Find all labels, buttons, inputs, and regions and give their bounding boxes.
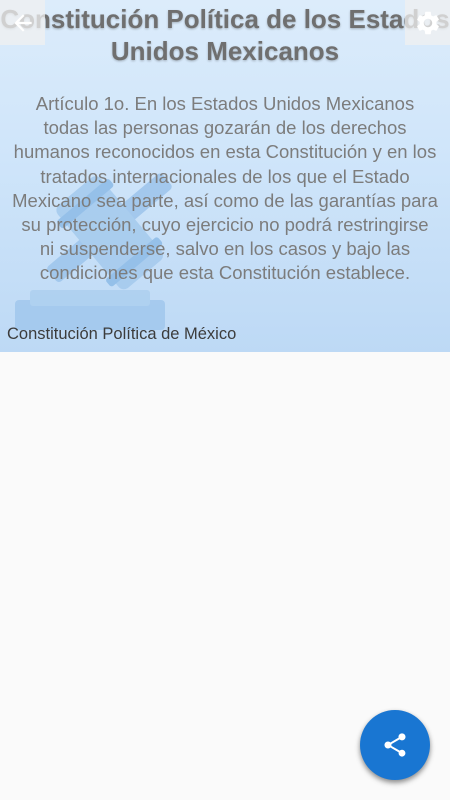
header-banner: Constitución Política de los Estados Uni…: [0, 0, 450, 352]
page-title: Constitución Política de los Estados Uni…: [0, 4, 450, 66]
arrow-left-icon: [13, 13, 32, 32]
settings-button[interactable]: [405, 0, 450, 45]
share-icon: [384, 733, 406, 757]
gear-icon: [416, 11, 439, 34]
article-text: Artículo 1o. En los Estados Unidos Mexic…: [12, 93, 438, 284]
share-button[interactable]: [360, 710, 430, 780]
banner-caption: Constitución Política de México: [7, 325, 237, 343]
back-button[interactable]: [0, 0, 45, 45]
app-screen: Constitución Política de los Estados Uni…: [0, 0, 450, 800]
